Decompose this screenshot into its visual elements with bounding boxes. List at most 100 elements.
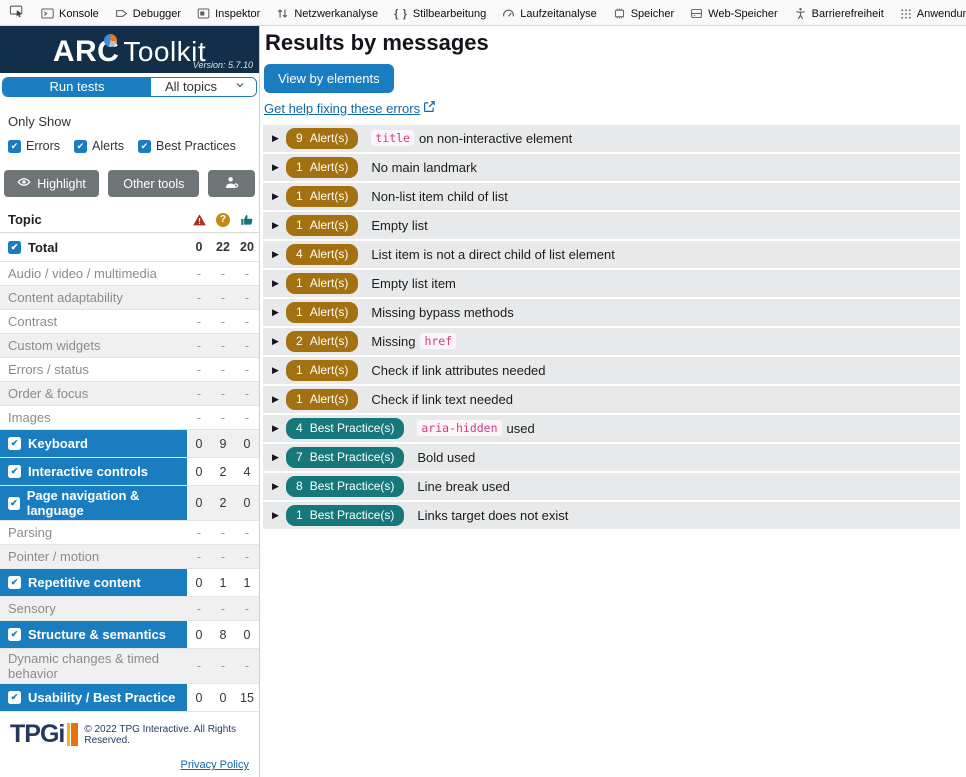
debugger-icon [115,7,128,20]
checkbox-icon[interactable]: ✔ [138,140,151,153]
tpgi-logo: TPGi [10,720,64,749]
privacy-policy-link[interactable]: Privacy Policy [10,759,249,771]
other-tools-button[interactable]: Other tools [108,170,199,197]
accessibility-icon [794,7,807,20]
question-circle-icon: ? [211,213,235,227]
expand-caret-icon[interactable]: ▶ [272,220,286,231]
topic-count-value: - [211,262,235,285]
devtools-tab-stilbearbeitung[interactable]: { }Stilbearbeitung [386,0,494,25]
expand-caret-icon[interactable]: ▶ [272,191,286,202]
topic-count-value: - [211,310,235,333]
topic-row-dynamic-changes-timed-behavior: Dynamic changes & timed behavior--- [0,649,259,684]
topic-row-total[interactable]: ✔Total02220 [0,233,259,262]
expand-caret-icon[interactable]: ▶ [272,452,286,463]
devtools-tab-laufzeitanalyse[interactable]: Laufzeitanalyse [494,0,604,25]
topic-count-value: - [235,521,259,544]
alert-count-badge: 1Alert(s) [286,215,358,236]
expand-caret-icon[interactable]: ▶ [272,278,286,289]
expand-caret-icon[interactable]: ▶ [272,336,286,347]
topic-label: Page navigation & language [27,488,183,518]
topic-count-value: - [211,358,235,381]
message-row[interactable]: ▶4Alert(s)List item is not a direct chil… [263,241,960,268]
run-tests-button[interactable]: Run tests [3,78,151,96]
devtools-tab-debugger[interactable]: Debugger [107,0,189,25]
topic-row-page-navigation-language[interactable]: ✔Page navigation & language020 [0,486,259,521]
view-by-elements-button[interactable]: View by elements [264,64,394,93]
expand-caret-icon[interactable]: ▶ [272,365,286,376]
filter-best-practices[interactable]: ✔Best Practices [138,139,236,153]
topic-count-value: 15 [235,684,259,711]
topic-label: Custom widgets [8,338,100,353]
expand-caret-icon[interactable]: ▶ [272,162,286,173]
version-label: Version: 5.7.10 [193,60,253,70]
checkbox-icon[interactable]: ✔ [8,140,21,153]
message-row[interactable]: ▶1Alert(s)Empty list item [263,270,960,297]
expand-caret-icon[interactable]: ▶ [272,307,286,318]
devtools-tab-inspektor[interactable]: Inspektor [189,0,268,25]
topic-row-keyboard[interactable]: ✔Keyboard090 [0,430,259,458]
alert-count-badge: 1Alert(s) [286,360,358,381]
topic-row-errors-status: Errors / status--- [0,358,259,382]
tpgi-logo-bars-icon [67,723,78,746]
copyright-text: © 2022 TPG Interactive. All Rights Reser… [84,724,253,746]
message-row[interactable]: ▶2Alert(s)Missinghref [263,328,960,355]
devtools-tab-konsole[interactable]: Konsole [33,0,107,25]
devtools-tab-netzwerkanalyse[interactable]: Netzwerkanalyse [268,0,386,25]
expand-caret-icon[interactable]: ▶ [272,423,286,434]
checkbox-icon[interactable]: ✔ [8,437,21,450]
devtools-tab-anwendung[interactable]: Anwendung [892,0,966,25]
checkbox-icon[interactable]: ✔ [8,465,21,478]
message-row[interactable]: ▶1Alert(s)Non-list item child of list [263,183,960,210]
checkbox-icon[interactable]: ✔ [8,241,21,254]
message-row[interactable]: ▶7Best Practice(s)Bold used [263,444,960,471]
topic-count-value: - [211,382,235,405]
alert-count-badge: 2Alert(s) [286,331,358,352]
expand-caret-icon[interactable]: ▶ [272,133,286,144]
devtools-tab-web-speicher[interactable]: Web-Speicher [682,0,786,25]
topic-count-value: - [187,334,211,357]
expand-caret-icon[interactable]: ▶ [272,510,286,521]
devtools-tab-speicher[interactable]: Speicher [605,0,682,25]
get-help-link-label: Get help fixing these errors [264,101,420,116]
filter-errors[interactable]: ✔Errors [8,139,60,153]
message-row[interactable]: ▶8Best Practice(s)Line break used [263,473,960,500]
node-picker-icon [9,4,24,21]
topic-count-value: 0 [235,486,259,520]
expand-caret-icon[interactable]: ▶ [272,394,286,405]
topic-count-value: - [187,310,211,333]
message-row[interactable]: ▶1Alert(s)No main landmark [263,154,960,181]
expand-caret-icon[interactable]: ▶ [272,481,286,492]
checkbox-icon[interactable]: ✔ [8,628,21,641]
node-picker-button[interactable] [0,0,33,25]
user-settings-button[interactable] [208,170,255,197]
topic-row-repetitive-content[interactable]: ✔Repetitive content011 [0,569,259,597]
topic-count-value: - [235,262,259,285]
topic-row-sensory: Sensory--- [0,597,259,621]
get-help-link[interactable]: Get help fixing these errors [264,100,436,116]
topic-count-value: 1 [235,569,259,596]
checkbox-icon[interactable]: ✔ [8,691,21,704]
topic-row-interactive-controls[interactable]: ✔Interactive controls024 [0,458,259,486]
expand-caret-icon[interactable]: ▶ [272,249,286,260]
checkbox-icon[interactable]: ✔ [8,576,21,589]
devtools-tab-label: Speicher [631,8,674,20]
message-row[interactable]: ▶1Alert(s)Empty list [263,212,960,239]
message-row[interactable]: ▶1Best Practice(s)Links target does not … [263,502,960,529]
topics-dropdown[interactable]: All topics [151,78,256,96]
checkbox-icon[interactable]: ✔ [8,497,20,510]
highlight-button[interactable]: Highlight [4,170,99,197]
checkbox-icon[interactable]: ✔ [74,140,87,153]
devtools-tab-barrierefreiheit[interactable]: Barrierefreiheit [786,0,892,25]
filter-alerts[interactable]: ✔Alerts [74,139,124,153]
message-row[interactable]: ▶1Alert(s)Check if link text needed [263,386,960,413]
topic-label: Contrast [8,314,57,329]
message-row[interactable]: ▶1Alert(s)Check if link attributes neede… [263,357,960,384]
topic-row-usability-best-practice[interactable]: ✔Usability / Best Practice0015 [0,684,259,712]
message-row[interactable]: ▶1Alert(s)Missing bypass methods [263,299,960,326]
topic-count-value: - [211,521,235,544]
message-row[interactable]: ▶9Alert(s)titleon non-interactive elemen… [263,125,960,152]
devtools-tab-bar: KonsoleDebuggerInspektorNetzwerkanalyse{… [0,0,966,26]
topic-label: Repetitive content [28,575,141,590]
message-row[interactable]: ▶4Best Practice(s)aria-hiddenused [263,415,960,442]
topic-row-structure-semantics[interactable]: ✔Structure & semantics080 [0,621,259,649]
